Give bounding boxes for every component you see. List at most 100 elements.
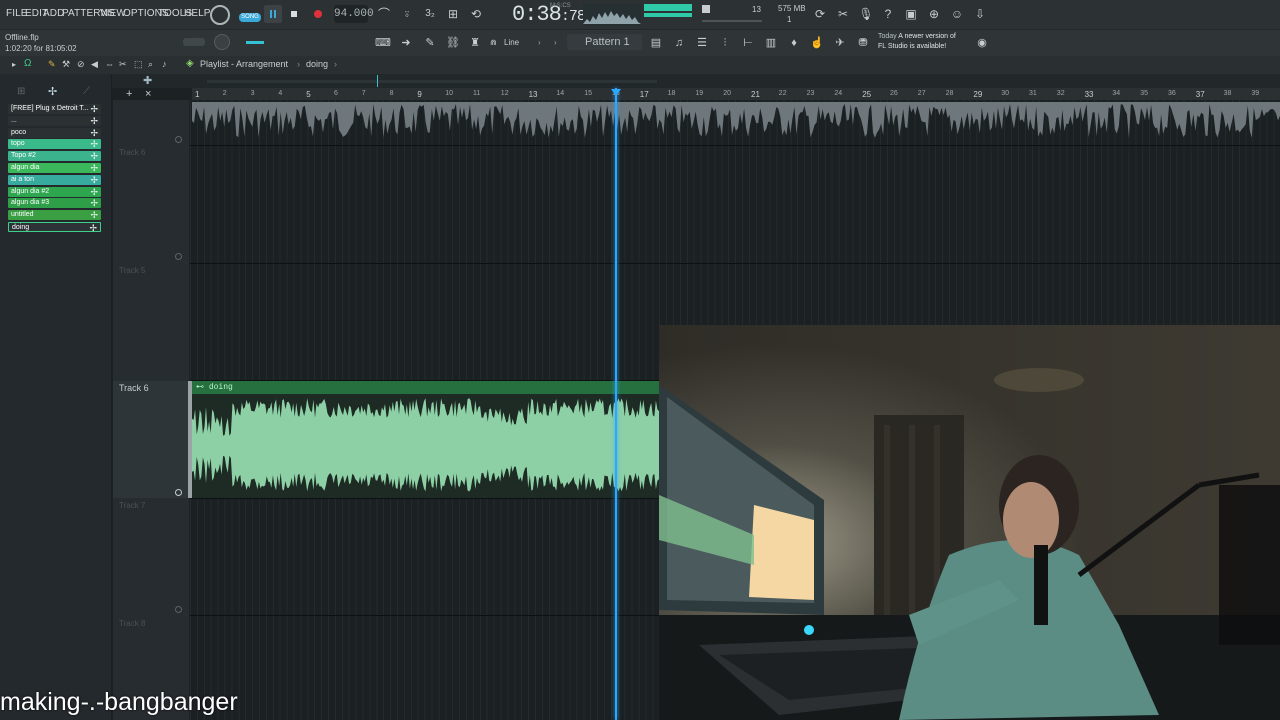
pattern-list-item[interactable]: doing ✢: [8, 222, 101, 233]
picker-audio-icon[interactable]: ✢: [48, 85, 57, 98]
breadcrumb-arrow-icon[interactable]: ›: [334, 59, 337, 69]
audio-clip-header[interactable]: ⊷ doing: [192, 381, 659, 394]
pattern-add-icon[interactable]: ✢: [90, 175, 98, 185]
select-tool-icon[interactable]: ⬚: [134, 59, 143, 70]
playhead-marker-icon[interactable]: [611, 89, 621, 97]
pattern-add-icon[interactable]: ✢: [90, 163, 98, 173]
magnet-snap-icon[interactable]: Ω: [24, 58, 31, 69]
loop-record-icon[interactable]: ⟲: [467, 5, 485, 23]
pattern-selector[interactable]: Pattern 1: [567, 34, 642, 50]
wait-input-icon[interactable]: ⍤: [398, 5, 416, 23]
picker-automation-icon[interactable]: ⟋: [83, 86, 90, 97]
pattern-list-item[interactable]: algun dia ✢: [8, 163, 101, 173]
plugin-icon[interactable]: ▥: [763, 35, 779, 51]
pattern-arrow-icon[interactable]: ›: [554, 38, 557, 47]
pattern-add-icon[interactable]: ✢: [90, 187, 98, 197]
pattern-add-icon[interactable]: ✢: [90, 104, 98, 114]
microphone-icon[interactable]: 🎙: [857, 5, 875, 23]
track-header-selected[interactable]: [113, 381, 189, 498]
playlist-icon[interactable]: ▤: [648, 35, 664, 51]
save-icon[interactable]: ▣: [902, 5, 920, 23]
pattern-add-icon[interactable]: ✢: [90, 198, 98, 208]
menu-help[interactable]: HELP: [184, 8, 211, 19]
piano-roll-icon[interactable]: ♫: [671, 35, 687, 51]
tempo-display[interactable]: 94.000: [334, 5, 374, 23]
cloud-icon[interactable]: ✈: [832, 35, 848, 51]
chat-icon[interactable]: ☺: [948, 5, 966, 23]
magnet-icon[interactable]: ⋒: [490, 38, 497, 47]
pattern-list-item[interactable]: algun dia #3 ✢: [8, 198, 101, 209]
pattern-list-item[interactable]: [FREE] Plug x Detroit T... ✢: [8, 104, 101, 114]
pattern-add-icon[interactable]: ✢: [90, 151, 98, 161]
typing-keyboard-icon[interactable]: ⌨: [375, 35, 391, 51]
track-name[interactable]: Track 6: [119, 383, 149, 393]
help-icon[interactable]: ?: [879, 5, 897, 23]
zoom-tool-icon[interactable]: ⌕: [148, 59, 153, 70]
audio-clip[interactable]: [192, 394, 659, 498]
pattern-add-icon[interactable]: ✢: [89, 223, 97, 233]
track-name[interactable]: Track 6: [119, 148, 145, 157]
countdown-icon[interactable]: 3₂: [421, 5, 439, 23]
step-edit-icon[interactable]: ⊞: [444, 5, 462, 23]
metronome-icon[interactable]: ⌒: [375, 5, 393, 23]
pattern-list-item[interactable]: algun dia #2 ✢: [8, 186, 101, 197]
snap-arrow-icon[interactable]: ›: [538, 38, 541, 47]
pause-button[interactable]: [264, 5, 282, 23]
tools-icon[interactable]: ✂: [834, 5, 852, 23]
track-mute-icon[interactable]: [175, 253, 182, 260]
horizontal-zoom-icon[interactable]: ✚: [143, 74, 152, 87]
pencil-icon[interactable]: ✎: [422, 35, 438, 51]
pattern-add-icon[interactable]: ✢: [90, 139, 98, 149]
stop-button[interactable]: [286, 5, 302, 23]
overview-scroll-thumb[interactable]: [207, 80, 657, 83]
track-mute-icon[interactable]: [175, 606, 182, 613]
track-name[interactable]: Track 8: [119, 619, 145, 628]
mute-tool-icon[interactable]: ◀: [91, 59, 98, 70]
track-mute-icon[interactable]: [175, 136, 182, 143]
plugin-picker-icon[interactable]: ♦: [786, 35, 802, 51]
globe-icon[interactable]: ◉: [974, 35, 990, 51]
track-name[interactable]: Track 5: [119, 266, 145, 275]
master-pitch-slider[interactable]: [246, 41, 264, 44]
main-pitch-knob[interactable]: [214, 34, 230, 50]
channel-rack-icon[interactable]: ☰: [694, 35, 710, 51]
pattern-add-icon[interactable]: ✢: [90, 210, 98, 220]
paint-tool-icon[interactable]: ⚒: [62, 59, 70, 70]
delete-tool-icon[interactable]: ⊘: [77, 59, 85, 70]
undo-history-icon[interactable]: ⟳: [811, 5, 829, 23]
pattern-list-item[interactable]: poco ✢: [8, 127, 101, 138]
slip-tool-icon[interactable]: ⇔: [105, 59, 114, 69]
playhead[interactable]: [615, 88, 617, 720]
shop-icon[interactable]: ⛃: [855, 35, 871, 51]
download-icon[interactable]: ⇩: [971, 5, 989, 23]
snap-selector[interactable]: Line: [504, 38, 519, 47]
pattern-list-item[interactable]: ai a ton ✢: [8, 174, 101, 185]
pattern-list-item[interactable]: Topo #2 ✢: [8, 151, 101, 162]
pattern-add-icon[interactable]: ✢: [90, 116, 98, 126]
pattern-list-item[interactable]: ... ✢: [8, 115, 101, 126]
pattern-list-item[interactable]: topo ✢: [8, 139, 101, 150]
arrow-right-icon[interactable]: ➜: [398, 35, 414, 51]
breadcrumb-pattern[interactable]: doing: [306, 59, 328, 69]
link-icon[interactable]: ⛓: [445, 35, 461, 51]
picker-pattern-icon[interactable]: ⊞: [17, 86, 25, 97]
slice-tool-icon[interactable]: ✂: [119, 59, 127, 70]
add-track-icon[interactable]: +: [126, 88, 132, 100]
stamp-icon[interactable]: ♜: [467, 35, 483, 51]
expand-arrow-icon[interactable]: ▸: [12, 60, 16, 69]
track-mute-icon[interactable]: [175, 489, 182, 496]
news-line-2[interactable]: FL Studio is available!: [878, 43, 946, 50]
main-volume-slider[interactable]: [183, 38, 205, 46]
remove-track-icon[interactable]: ×: [145, 88, 151, 100]
record-button[interactable]: [310, 5, 326, 23]
export-icon[interactable]: ⊕: [925, 5, 943, 23]
draw-tool-icon[interactable]: ✎: [48, 59, 56, 70]
track-name[interactable]: Track 7: [119, 501, 145, 510]
pattern-list-item[interactable]: untitled ✢: [8, 210, 101, 221]
song-mode-badge[interactable]: SONG: [239, 13, 261, 22]
playback-tool-icon[interactable]: ♪: [162, 59, 167, 69]
touch-controller-icon[interactable]: ☝: [809, 35, 825, 51]
browser-icon[interactable]: ⊢: [740, 35, 756, 51]
pattern-song-toggle-icon[interactable]: [210, 5, 230, 25]
pattern-add-icon[interactable]: ✢: [90, 128, 98, 138]
